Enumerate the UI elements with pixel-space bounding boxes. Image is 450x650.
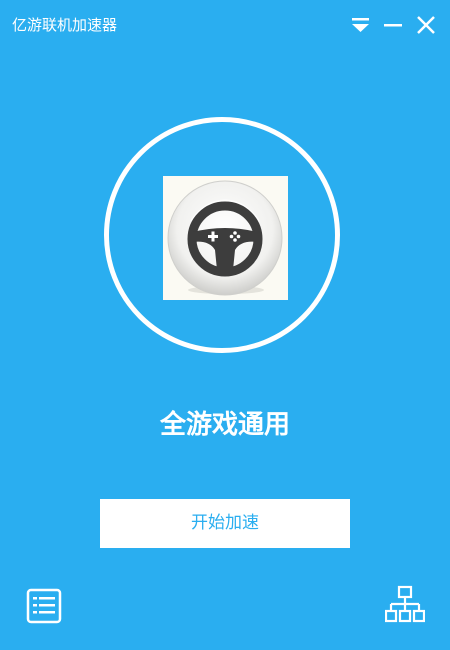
title-bar: 亿游联机加速器 <box>0 0 450 50</box>
close-icon <box>417 16 435 34</box>
start-acceleration-button[interactable]: 开始加速 <box>100 499 350 548</box>
logo-tile <box>163 176 288 300</box>
list-icon <box>26 588 62 624</box>
network-icon <box>385 585 425 623</box>
network-button[interactable] <box>385 585 425 625</box>
list-button[interactable] <box>25 587 63 625</box>
menu-dropdown-icon <box>352 18 369 32</box>
minimize-button[interactable] <box>380 12 406 38</box>
gamepad-steering-wheel-icon <box>167 180 283 296</box>
minimize-icon <box>384 24 402 27</box>
close-button[interactable] <box>413 12 439 38</box>
menu-dropdown-button[interactable] <box>347 12 373 38</box>
app-title: 亿游联机加速器 <box>12 16 118 34</box>
mode-label: 全游戏通用 <box>159 410 290 440</box>
